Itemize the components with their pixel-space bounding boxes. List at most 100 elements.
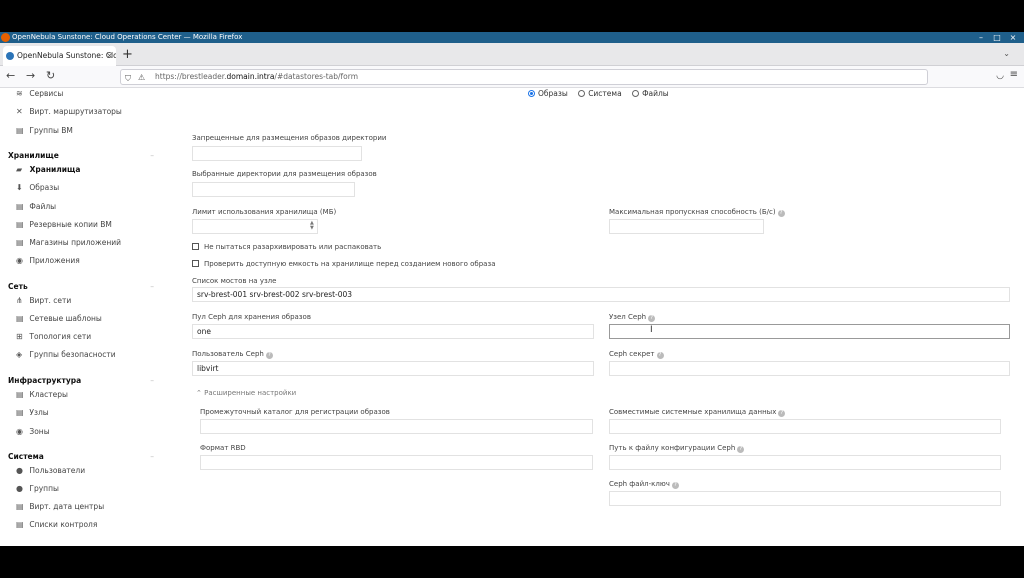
sidebar-group-system[interactable]: Система –: [8, 452, 158, 461]
sidebar-item-vdcs[interactable]: ▤ Вирт. дата центры: [16, 502, 104, 511]
rbd-format-input[interactable]: [200, 455, 593, 470]
sidebar-item-label: Вирт. дата центры: [29, 502, 105, 511]
reload-button[interactable]: ↻: [46, 69, 55, 82]
sidebar-item-vm-backups[interactable]: ▤ Резервные копии ВМ: [16, 220, 112, 229]
sidebar-item-label: Вирт. маршрутизаторы: [29, 107, 122, 116]
advanced-settings-toggle[interactable]: ⌃ Расширенные настройки: [196, 389, 296, 397]
sidebar-item-zones[interactable]: ◉ Зоны: [16, 427, 50, 436]
bridge-list-input[interactable]: [192, 287, 1010, 302]
collapse-icon[interactable]: –: [150, 452, 154, 461]
radio-images-label[interactable]: Образы: [538, 89, 568, 98]
help-icon[interactable]: ?: [265, 352, 273, 359]
sidebar-group-storage[interactable]: Хранилище –: [8, 151, 158, 160]
ceph-host-input[interactable]: [609, 324, 1010, 339]
radio-system-label[interactable]: Система: [588, 89, 621, 98]
ceph-conf-input[interactable]: [609, 455, 1001, 470]
new-tab-button[interactable]: +: [122, 46, 133, 64]
radio-system[interactable]: [578, 90, 586, 97]
safe-dirs-input[interactable]: [192, 182, 355, 197]
sidebar-item-label: Образы: [29, 183, 60, 192]
sidebar-item-label: Группы: [29, 484, 59, 493]
collapse-icon[interactable]: –: [150, 376, 154, 385]
ceph-key-text: Ceph файл-ключ: [609, 480, 670, 488]
help-icon[interactable]: ?: [648, 315, 656, 322]
radio-files-label[interactable]: Файлы: [642, 89, 669, 98]
sidebar-item-hosts[interactable]: ▤ Узлы: [16, 408, 49, 417]
datastore-type-radio-group: Образы Система Файлы: [528, 89, 677, 98]
template-icon: ▤: [16, 314, 24, 323]
sidebar-item-users[interactable]: ● Пользователи: [16, 466, 85, 475]
collapse-icon[interactable]: –: [150, 151, 154, 160]
ceph-pool-input[interactable]: [192, 324, 594, 339]
sidebar-item-topology[interactable]: ⊞ Топология сети: [16, 332, 91, 341]
address-bar[interactable]: ⛉ ⚠ https://brestleader.domain.intra/#da…: [120, 69, 928, 85]
network-icon: ⋔: [16, 296, 23, 305]
sidebar-item-label: Файлы: [29, 202, 57, 211]
sidebar-item-images[interactable]: ⬇ Образы: [16, 183, 59, 192]
max-bandwidth-label: Максимальная пропускная способность (Б/с…: [609, 208, 785, 217]
sidebar-item-marketplaces[interactable]: ▤ Магазины приложений: [16, 238, 121, 247]
sidebar-item-secgroups[interactable]: ◈ Группы безопасности: [16, 350, 116, 359]
opennebula-favicon-icon: [6, 52, 14, 60]
compatible-ds-input[interactable]: [609, 419, 1001, 434]
ceph-user-input[interactable]: [192, 361, 594, 376]
ceph-secret-input[interactable]: [609, 361, 1010, 376]
sidebar-item-net-templates[interactable]: ▤ Сетевые шаблоны: [16, 314, 102, 323]
chevron-up-icon: ⌃: [196, 389, 202, 397]
check-capacity-checkbox[interactable]: [192, 260, 199, 267]
sidebar-item-clusters[interactable]: ▤ Кластеры: [16, 390, 68, 399]
tab-close-icon[interactable]: ×: [106, 46, 113, 66]
pocket-icon[interactable]: ◡: [996, 71, 1004, 81]
help-icon[interactable]: ?: [778, 410, 786, 417]
help-icon[interactable]: ?: [777, 210, 785, 217]
help-icon[interactable]: ?: [656, 352, 664, 359]
sidebar-item-apps[interactable]: ◉ Приложения: [16, 256, 80, 265]
store-icon: ▤: [16, 238, 24, 247]
sidebar-item-acls[interactable]: ▤ Списки контроля: [16, 520, 97, 529]
sidebar-item-vnets[interactable]: ⋔ Вирт. сети: [16, 296, 71, 305]
sidebar-item-files[interactable]: ▤ Файлы: [16, 202, 56, 211]
staging-dir-input[interactable]: [200, 419, 593, 434]
forward-button[interactable]: →: [26, 69, 35, 82]
sidebar-item-vm-groups[interactable]: ▤ Группы ВМ: [16, 126, 73, 135]
max-bandwidth-input[interactable]: [609, 219, 764, 234]
group-title: Инфраструктура: [8, 376, 82, 385]
sidebar-group-network[interactable]: Сеть –: [8, 282, 158, 291]
check-capacity-checkbox-row[interactable]: Проверить доступную емкость на хранилище…: [192, 260, 495, 268]
sidebar-item-datastores[interactable]: ▰ Хранилища: [16, 165, 80, 174]
help-icon[interactable]: ?: [671, 482, 679, 489]
globe-icon: ◉: [16, 427, 23, 436]
ceph-host-text: Узел Ceph: [609, 313, 647, 321]
tracking-shield-icon[interactable]: ⛉: [125, 72, 131, 86]
minimize-button[interactable]: –: [974, 32, 988, 43]
maximize-button[interactable]: □: [990, 32, 1004, 43]
text-cursor-icon: I: [650, 325, 653, 335]
browser-navbar: ← → ↻ ⛉ ⚠ https://brestleader.domain.int…: [0, 66, 1024, 88]
browser-tab-sunstone[interactable]: OpenNebula Sunstone: Clo ×: [3, 46, 116, 66]
compatible-ds-label: Совместимые системные хранилища данных?: [609, 408, 786, 417]
radio-files[interactable]: [632, 90, 640, 97]
collapse-icon[interactable]: –: [150, 282, 154, 291]
close-window-button[interactable]: ×: [1006, 32, 1020, 43]
folder-open-icon: ▰: [16, 165, 23, 174]
shuffle-icon: ✕: [16, 107, 23, 116]
sidebar-item-label: Резервные копии ВМ: [29, 220, 112, 229]
letterbox-top: [0, 0, 1024, 32]
help-icon[interactable]: ?: [737, 446, 745, 453]
hamburger-menu-icon[interactable]: ≡: [1010, 69, 1018, 80]
limit-mb-input[interactable]: [192, 219, 318, 234]
sidebar-item-label: Пользователи: [29, 466, 86, 475]
site-info-icon[interactable]: ⚠: [138, 71, 145, 85]
sidebar-item-services[interactable]: ≋ Сервисы: [16, 89, 63, 98]
ceph-key-input[interactable]: [609, 491, 1001, 506]
sidebar-group-infrastructure[interactable]: Инфраструктура –: [8, 376, 158, 385]
sidebar-item-virtual-routers[interactable]: ✕ Вирт. маршрутизаторы: [16, 107, 122, 116]
back-button[interactable]: ←: [6, 69, 15, 82]
no-decompress-checkbox-row[interactable]: Не пытаться разархивировать или распаков…: [192, 243, 381, 251]
tab-list-icon[interactable]: ⌄: [1003, 49, 1010, 58]
no-decompress-checkbox[interactable]: [192, 243, 199, 250]
restricted-dirs-input[interactable]: [192, 146, 362, 161]
sidebar-item-groups[interactable]: ● Группы: [16, 484, 59, 493]
stepper-icon[interactable]: ▲ ▼: [310, 221, 314, 231]
radio-images[interactable]: [528, 90, 535, 97]
